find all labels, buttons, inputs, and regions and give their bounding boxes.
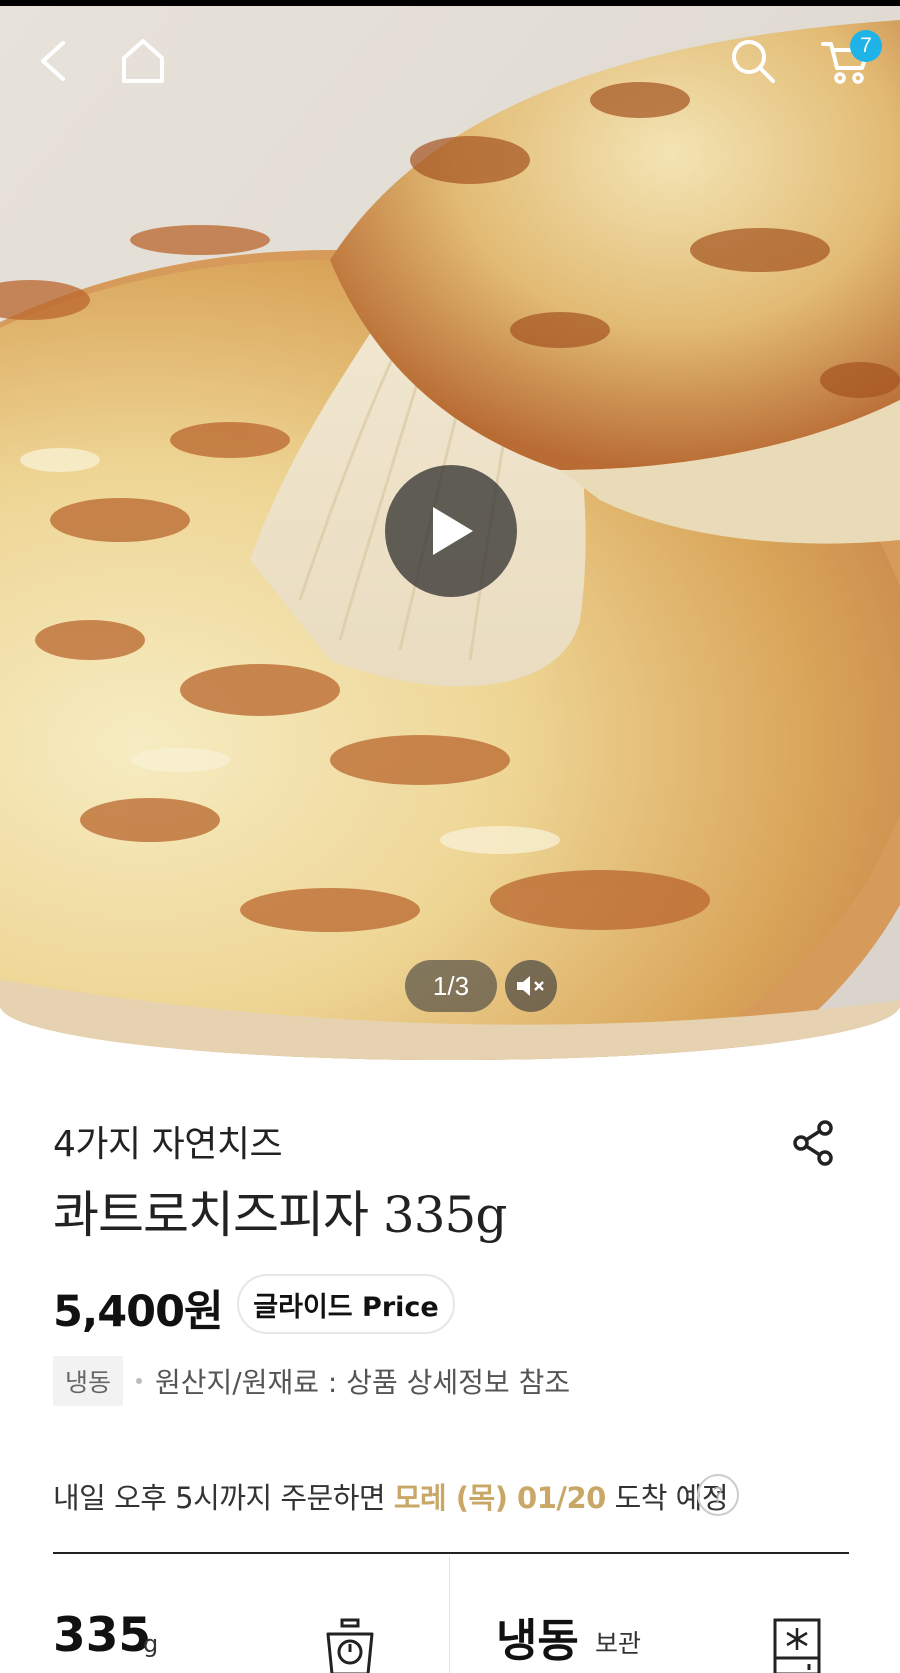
status-bar <box>0 0 900 6</box>
play-icon <box>433 507 473 555</box>
storage-value: 냉동 <box>496 1614 579 1667</box>
weight-value: 335 <box>53 1608 152 1663</box>
weight-unit: g <box>143 1630 159 1658</box>
search-icon <box>732 40 775 83</box>
delivery-date: 모레 (목) 01/20 <box>393 1481 607 1515</box>
spec-column-divider <box>449 1556 450 1673</box>
home-button[interactable] <box>108 26 178 96</box>
share-icon <box>793 1120 833 1166</box>
mute-icon <box>517 976 544 996</box>
delivery-estimate: 내일 오후 5시까지 주문하면 모레 (목) 01/20 도착 예정 <box>53 1475 729 1517</box>
glide-price-button[interactable]: 글라이드 Price <box>237 1274 455 1334</box>
mute-toggle-button[interactable] <box>505 960 557 1012</box>
slide-counter: 1/3 <box>405 960 497 1012</box>
home-icon <box>122 39 164 83</box>
delivery-prefix: 내일 오후 5시까지 주문하면 <box>53 1481 394 1515</box>
product-subtitle: 4가지 자연치즈 <box>53 1124 283 1165</box>
top-navigation: 7 <box>0 6 900 116</box>
play-video-button[interactable] <box>385 465 517 597</box>
back-button[interactable] <box>18 26 88 96</box>
share-button[interactable] <box>785 1115 841 1171</box>
separator-dot <box>136 1378 142 1384</box>
origin-info: 원산지/원재료 : 상품 상세정보 참조 <box>155 1366 571 1399</box>
storage-label: 보관 <box>595 1629 642 1658</box>
product-title: 콰트로치즈피자 335g <box>53 1186 507 1244</box>
delivery-help-button[interactable]: ? <box>697 1474 739 1516</box>
cart-count-badge: 7 <box>850 30 882 62</box>
cart-button[interactable]: 7 <box>812 26 882 96</box>
back-arrow-icon <box>41 41 65 81</box>
section-divider <box>53 1552 849 1554</box>
storage-type-tag: 냉동 <box>53 1356 123 1406</box>
product-price: 5,400원 <box>53 1287 224 1337</box>
search-button[interactable] <box>718 26 788 96</box>
scale-icon <box>326 1618 374 1673</box>
freezer-icon <box>773 1618 821 1673</box>
